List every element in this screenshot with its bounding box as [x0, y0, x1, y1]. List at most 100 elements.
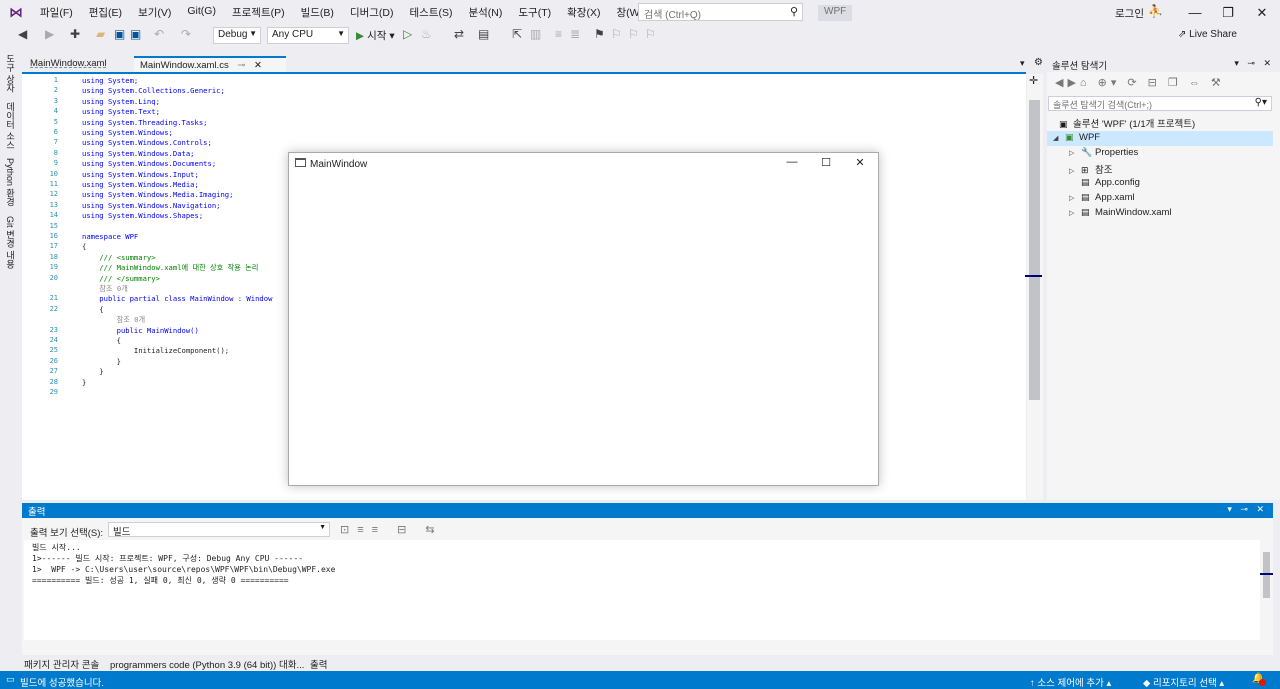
code-line[interactable]: using System.Text;	[82, 107, 160, 116]
code-line[interactable]: using System.Windows.Controls;	[82, 138, 212, 147]
code-line[interactable]: }	[82, 378, 86, 387]
code-line[interactable]: using System.Windows.Input;	[82, 170, 199, 179]
collapsed-arrow-icon[interactable]: ▷	[1069, 167, 1081, 175]
hot-reload-icon[interactable]: ♨	[421, 27, 432, 41]
menu-item[interactable]: Git(G)	[179, 5, 224, 20]
app-minimize-button[interactable]: —	[775, 156, 809, 172]
platform-combo[interactable]: Any CPU ▼	[267, 27, 349, 44]
menu-item[interactable]: 보기(V)	[130, 5, 179, 20]
tab-package-manager-console[interactable]: 패키지 관리자 콘솔	[24, 657, 99, 671]
code-line[interactable]: using System.Windows.Documents;	[82, 159, 216, 168]
new-project-icon[interactable]: ✚	[70, 27, 80, 41]
bookmark-icon[interactable]: ⚑	[594, 27, 605, 41]
search-icon[interactable]: ⚲▾	[1255, 97, 1267, 108]
split-editor-icon[interactable]: ✛	[1029, 74, 1038, 87]
output-scrollbar[interactable]	[1260, 540, 1273, 640]
tab-output[interactable]: 출력	[310, 657, 327, 671]
code-line[interactable]: /// </summary>	[82, 274, 160, 283]
code-line[interactable]: {	[82, 242, 86, 251]
back-icon[interactable]: ◀	[18, 27, 27, 41]
undo-icon[interactable]: ↶	[154, 27, 164, 41]
tree-node-properties[interactable]: ▷ 🔧 Properties	[1069, 147, 1138, 158]
browser-link-icon[interactable]: ⇄	[454, 27, 464, 41]
start-without-debug-icon[interactable]: ▷	[403, 27, 412, 41]
code-line[interactable]: using System;	[82, 76, 138, 85]
code-line[interactable]: using System.Windows.Shapes;	[82, 211, 203, 220]
code-line[interactable]: }	[82, 367, 103, 376]
code-line[interactable]: using System.Windows;	[82, 128, 173, 137]
display-layout-icon[interactable]: ▥	[530, 27, 541, 41]
editor-scrollbar-thumb[interactable]	[1029, 100, 1040, 400]
code-line[interactable]: 참조 0개	[82, 315, 146, 325]
comment-icon[interactable]: ≡	[555, 27, 562, 41]
tab-mainwindow-xaml-cs[interactable]: MainWindow.xaml.cs ⊸ ✕	[134, 56, 286, 72]
tab-list-dropdown-icon[interactable]: ▾	[1020, 58, 1025, 69]
menu-item[interactable]: 분석(N)	[460, 5, 510, 20]
account-icon[interactable]: ⛹	[1148, 4, 1163, 18]
configuration-combo[interactable]: Debug ▼	[213, 27, 261, 44]
close-icon[interactable]: ✕	[254, 60, 262, 71]
solution-explorer-toolbar[interactable]: ◀▶⌂ ⊕▾ ⟳ ⊟ ❐ ⇔ ⚒	[1047, 74, 1280, 94]
visual-studio-logo-icon[interactable]: ⋈	[0, 0, 32, 25]
tab-python-interactive[interactable]: programmers code (Python 3.9 (64 bit)) 대…	[110, 657, 304, 671]
vtab-git-changes[interactable]: Git 변경 내용	[4, 216, 17, 269]
tree-node-mainwindow-xaml[interactable]: ▷ ▤ MainWindow.xaml	[1069, 207, 1172, 218]
output-text[interactable]: 빌드 시작... 1>------ 빌드 시작: 프로젝트: WPF, 구성: …	[24, 540, 1260, 640]
app-window-titlebar[interactable]: MainWindow — ☐ ✕	[289, 153, 878, 175]
layout-icon[interactable]: ▤	[478, 27, 489, 41]
tree-node-app-config[interactable]: ▤ App.config	[1081, 177, 1140, 188]
code-line[interactable]: using System.Threading.Tasks;	[82, 118, 208, 127]
settings-icon[interactable]: ⚙	[1034, 57, 1043, 68]
code-line[interactable]: using System.Collections.Generic;	[82, 86, 225, 95]
collapsed-arrow-icon[interactable]: ▷	[1069, 209, 1081, 217]
output-scrollbar-thumb[interactable]	[1263, 552, 1270, 598]
code-line[interactable]: using System.Windows.Navigation;	[82, 201, 220, 210]
expanded-arrow-icon[interactable]: ◢	[1053, 134, 1065, 142]
output-toolbar[interactable]: ⊡≡≡ ⊟ ⇆	[340, 523, 443, 536]
tree-node-project-wpf[interactable]: ◢ ▣ WPF	[1053, 132, 1100, 143]
open-folder-icon[interactable]: ▰	[96, 27, 105, 41]
vtab-toolbox[interactable]: 도구 상자	[4, 54, 17, 93]
select-element-icon[interactable]: ⇱	[512, 27, 522, 41]
menu-item[interactable]: 편집(E)	[81, 5, 130, 20]
menu-item[interactable]: 확장(X)	[559, 5, 608, 20]
tree-node-solution[interactable]: ▣ 솔루션 'WPF' (1/1개 프로젝트)	[1059, 116, 1195, 130]
live-share-button[interactable]: ⇗ Live Share	[1178, 29, 1237, 40]
code-line[interactable]: 참조 0개	[82, 284, 128, 294]
code-line[interactable]: using System.Windows.Media.Imaging;	[82, 190, 233, 199]
select-repository-button[interactable]: ◆ 리포지토리 선택 ▴	[1143, 675, 1224, 689]
close-button[interactable]: ✕	[1245, 0, 1279, 25]
code-line[interactable]: namespace WPF	[82, 232, 138, 241]
menu-item[interactable]: 프로젝트(P)	[224, 5, 293, 20]
collapsed-arrow-icon[interactable]: ▷	[1069, 149, 1081, 157]
pin-icon[interactable]: ⊸	[237, 60, 245, 71]
forward-icon[interactable]: ▶	[45, 27, 54, 41]
menu-item[interactable]: 디버그(D)	[342, 5, 402, 20]
code-line[interactable]: public partial class MainWindow : Window	[82, 294, 272, 303]
code-line[interactable]: using System.Windows.Media;	[82, 180, 199, 189]
tree-node-references[interactable]: ▷ ⊞ 참조	[1069, 162, 1112, 176]
vtab-data-sources[interactable]: 데이터 소스	[4, 102, 17, 150]
menu-item[interactable]: 도구(T)	[510, 5, 559, 20]
menu-item[interactable]: 파일(F)	[32, 5, 81, 20]
tree-node-app-xaml[interactable]: ▷ ▤ App.xaml	[1069, 192, 1135, 203]
code-line[interactable]: using System.Linq;	[82, 97, 160, 106]
add-to-source-control-button[interactable]: ↑ 소스 제어에 추가 ▴	[1030, 675, 1111, 689]
collapsed-arrow-icon[interactable]: ▷	[1069, 194, 1081, 202]
vtab-python-env[interactable]: Python 환경	[4, 158, 17, 207]
output-source-combo[interactable]: 빌드 ▼	[108, 522, 330, 538]
menu-item[interactable]: 빌드(B)	[293, 5, 342, 20]
maximize-button[interactable]: ❐	[1211, 0, 1245, 25]
login-link[interactable]: 로그인	[1115, 6, 1144, 21]
code-line[interactable]: public MainWindow()	[82, 326, 199, 335]
app-close-button[interactable]: ✕	[843, 156, 877, 172]
code-line[interactable]: /// <summary>	[82, 253, 155, 262]
minimize-button[interactable]: —	[1178, 0, 1212, 25]
clear-bookmarks-icon[interactable]: ⚐	[645, 27, 656, 41]
save-icon[interactable]: ▣	[114, 27, 125, 41]
search-input[interactable]: 검색 (Ctrl+Q) ⚲	[638, 3, 803, 21]
redo-icon[interactable]: ↷	[181, 27, 191, 41]
next-bookmark-icon[interactable]: ⚐	[628, 27, 639, 41]
code-line[interactable]: InitializeComponent();	[82, 346, 229, 355]
tab-mainwindow-xaml[interactable]: MainWindow.xaml	[24, 56, 130, 72]
